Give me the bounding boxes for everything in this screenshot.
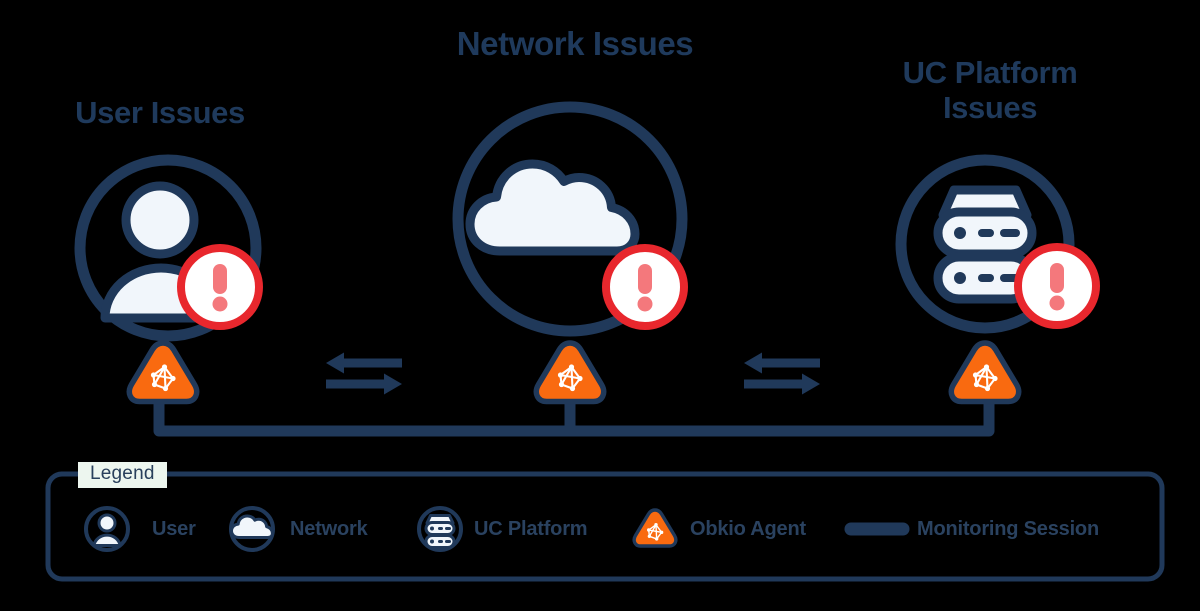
cloud-icon (465, 159, 640, 256)
legend-label-network: Network (290, 518, 368, 540)
legend-icon-obkio-agent (634, 510, 676, 546)
status-badge-network-alert (606, 248, 684, 326)
obkio-agent-icon-user[interactable] (129, 343, 196, 402)
legend-icon-network (229, 506, 275, 552)
status-badge-uc-alert (1018, 247, 1096, 325)
obkio-agent-icon-uc[interactable] (951, 343, 1018, 402)
legend-tag: Legend (78, 462, 167, 488)
obkio-agent-icon-network[interactable] (536, 343, 603, 402)
legend-label-uc-platform: UC Platform (474, 518, 588, 540)
connection-arrows-user-network (326, 352, 402, 395)
legend-label-user: User (152, 518, 196, 540)
legend-icon-uc-platform (417, 506, 463, 552)
node-network (452, 101, 684, 402)
node-uc-platform (895, 154, 1096, 402)
legend-label-obkio-agent: Obkio Agent (690, 518, 806, 540)
node-user (74, 154, 259, 402)
legend-icon-user (84, 506, 130, 552)
status-badge-user-alert (181, 248, 259, 326)
legend-label-monitoring-session: Monitoring Session (917, 518, 1099, 540)
diagram-canvas: User Issues Network Issues UC Platform I… (0, 0, 1200, 611)
connection-arrows-network-uc (744, 352, 820, 395)
